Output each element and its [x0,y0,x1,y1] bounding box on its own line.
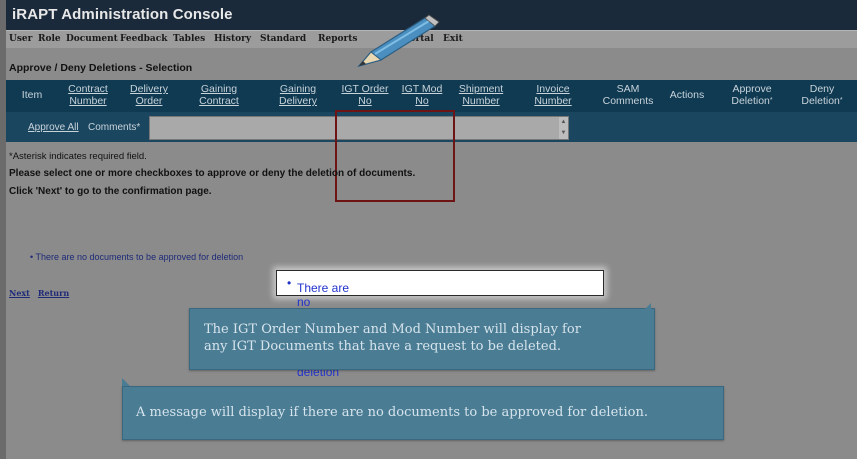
menu-exit[interactable]: Exit [443,34,463,44]
col-igt-mod-no[interactable]: IGT Mod No [396,83,448,107]
navigation-links: Next Return [9,288,77,298]
instruction-text: Please select one or more checkboxes to … [9,168,416,179]
menu-document[interactable]: Document [66,34,118,44]
page-title: Approve / Deny Deletions - Selection [9,62,193,74]
no-docs-callout-text: A message will display if there are no d… [136,405,648,420]
table-header: Item Contract Number Delivery Order Gainin… [6,80,857,112]
app-window: iRAPT Administration Console User Role D… [6,0,857,459]
igt-info-callout: The IGT Order Number and Mod Number will… [189,308,655,370]
col-deny-deletion: Deny Deletion* [801,83,843,107]
comments-label: Comments* [88,122,141,133]
main-content: Approve / Deny Deletions - Selection Ite… [6,48,857,459]
col-contract-number[interactable]: Contract Number [60,83,116,107]
igt-columns-highlight [335,110,455,202]
menu-feedback[interactable]: Feedback [120,34,167,44]
col-invoice-number[interactable]: Invoice Number [528,83,578,107]
menu-history[interactable]: History [214,34,251,44]
textarea-scrollbar[interactable]: ▲ ▼ [559,117,568,139]
menu-user[interactable]: User [9,34,32,44]
next-instruction: Click 'Next' to go to the confirmation p… [9,186,212,197]
callout-notch [643,303,651,311]
col-actions: Actions [669,89,705,101]
col-igt-order-no[interactable]: IGT Order No [336,83,394,107]
asterisk-note: *Asterisk indicates required field. [9,151,147,162]
next-link[interactable]: Next [9,288,30,298]
return-link[interactable]: Return [38,288,69,298]
col-approve-deletion: Approve Deletion* [731,83,773,107]
menu-standard[interactable]: Standard [260,34,306,44]
no-docs-callout: A message will display if there are no d… [122,386,724,440]
col-gaining-contract[interactable]: Gaining Contract [190,83,248,107]
menu-tables[interactable]: Tables [173,34,205,44]
pencil-icon [357,14,440,68]
app-title: iRAPT Administration Console [12,6,233,23]
highlight-text: • There are no documents to be approved … [287,276,356,379]
menu-role[interactable]: Role [38,34,61,44]
col-shipment-number[interactable]: Shipment Number [452,83,510,107]
no-documents-highlight: • There are no documents to be approved … [276,270,604,379]
col-delivery-order[interactable]: Delivery Order [124,83,174,107]
igt-callout-text: The IGT Order Number and Mod Number will… [204,322,581,354]
col-sam-comments: SAM Comments [602,83,654,107]
approve-all-link[interactable]: Approve All [28,122,79,133]
col-item: Item [21,89,43,101]
no-documents-message: • There are no documents to be approved … [30,252,244,262]
col-gaining-delivery[interactable]: Gaining Delivery [270,83,326,107]
callout-notch-2 [122,378,130,386]
